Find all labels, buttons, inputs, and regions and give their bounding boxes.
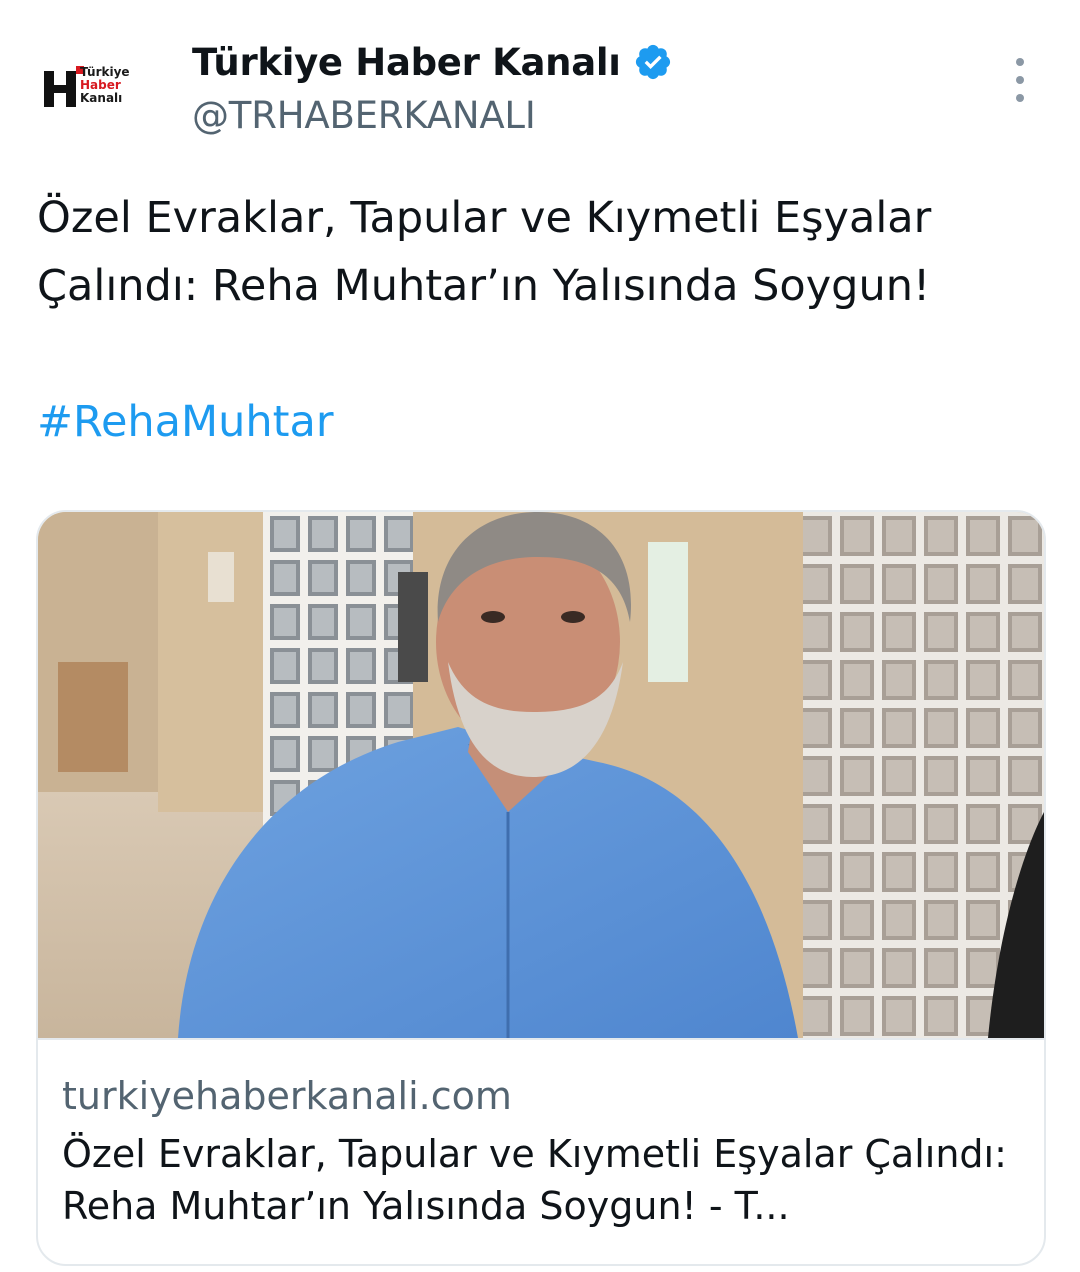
- more-options-icon[interactable]: [1008, 58, 1032, 102]
- author-name-row[interactable]: Türkiye Haber Kanalı: [192, 38, 673, 86]
- more-dot: [1016, 58, 1024, 66]
- author-avatar[interactable]: Türkiye Haber Kanalı: [28, 38, 152, 162]
- avatar-logo-line: Kanalı: [80, 91, 123, 105]
- author-handle[interactable]: @TRHABERKANALI: [192, 94, 536, 137]
- tweet[interactable]: Türkiye Haber Kanalı Türkiye Haber Kanal…: [0, 0, 1080, 1272]
- card-meta[interactable]: turkiyehaberkanali.com Özel Evraklar, Ta…: [38, 1038, 1044, 1264]
- card-domain[interactable]: turkiyehaberkanali.com: [62, 1074, 512, 1118]
- verified-badge-icon: [635, 44, 670, 80]
- tweet-text: Özel Evraklar, Tapular ve Kıymetli Eşyal…: [37, 193, 932, 311]
- link-preview-card[interactable]: turkiyehaberkanali.com Özel Evraklar, Ta…: [36, 510, 1046, 1266]
- author-display-name[interactable]: Türkiye Haber Kanalı: [192, 41, 621, 84]
- card-title[interactable]: Özel Evraklar, Tapular ve Kıymetli Eşyal…: [62, 1128, 1022, 1232]
- more-dot: [1016, 94, 1024, 102]
- avatar-logo-text: Türkiye Haber Kanalı: [80, 66, 130, 105]
- hashtag-link[interactable]: #RehaMuhtar: [37, 388, 334, 456]
- channel-logo-icon: [44, 71, 76, 107]
- more-dot: [1016, 76, 1024, 84]
- card-photo[interactable]: [38, 512, 1044, 1038]
